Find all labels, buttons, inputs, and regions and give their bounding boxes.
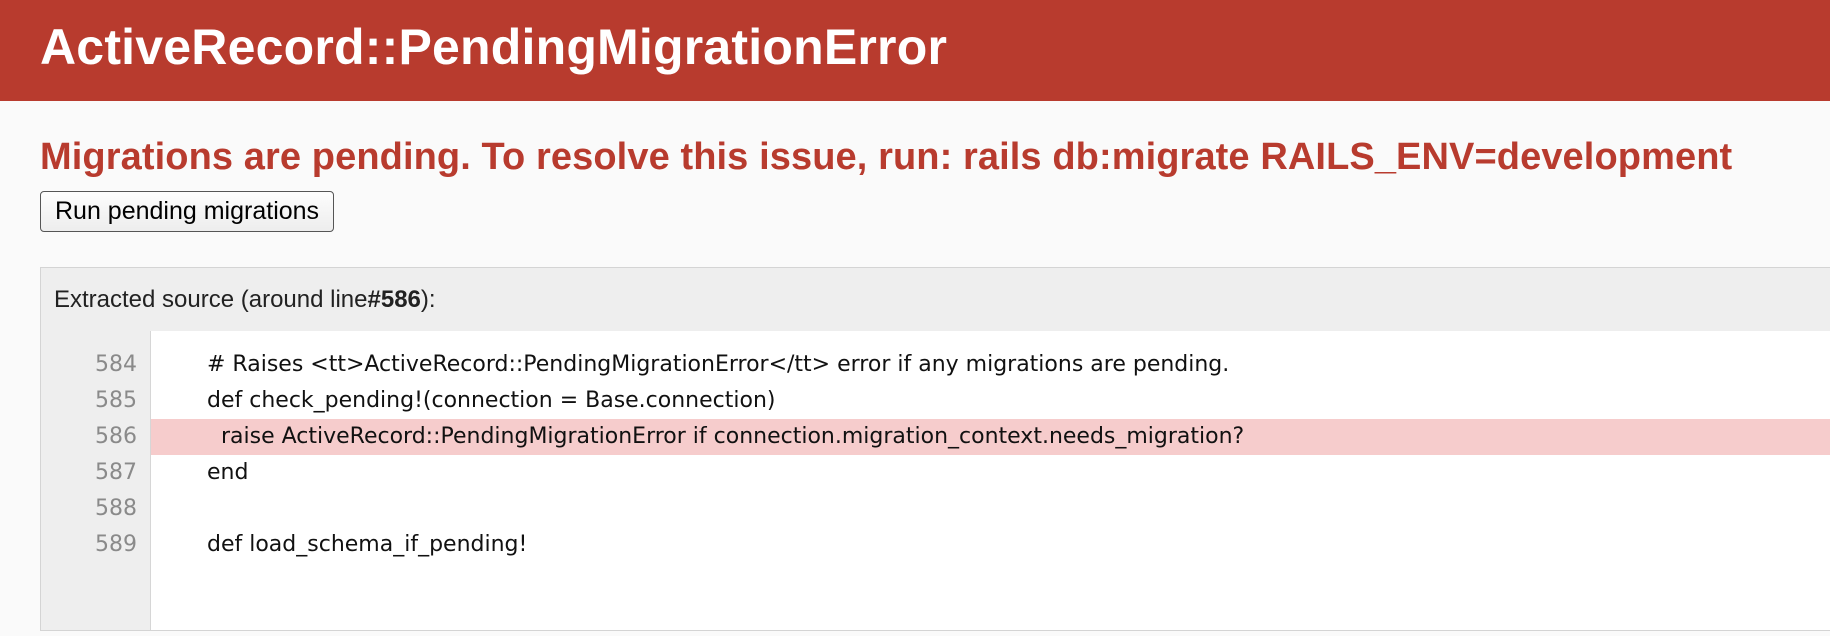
code-line: end xyxy=(207,460,249,485)
line-number: 589 xyxy=(95,532,137,557)
code-line: # Raises <tt>ActiveRecord::PendingMigrat… xyxy=(207,352,1230,377)
error-title: ActiveRecord::PendingMigrationError xyxy=(40,18,948,75)
error-header: ActiveRecord::PendingMigrationError xyxy=(0,0,1830,101)
error-main: Migrations are pending. To resolve this … xyxy=(0,101,1830,232)
extracted-source-suffix: ): xyxy=(420,285,436,313)
extracted-source-prefix: Extracted source (around line xyxy=(54,285,368,313)
line-number: 586 xyxy=(95,424,137,449)
line-number: 584 xyxy=(95,352,137,377)
line-number: 587 xyxy=(95,460,137,485)
code-line: def load_schema_if_pending! xyxy=(207,532,528,557)
code-line-highlighted: raise ActiveRecord::PendingMigrationErro… xyxy=(151,419,1830,455)
line-number: 585 xyxy=(95,388,137,413)
extracted-source-header: Extracted source (around line #586): xyxy=(41,268,1830,331)
code-lines: # Raises <tt>ActiveRecord::PendingMigrat… xyxy=(151,331,1830,630)
line-number: 588 xyxy=(95,496,137,521)
code-line: def check_pending!(connection = Base.con… xyxy=(207,388,776,413)
line-numbers-gutter: 584 585 586 587 588 589 xyxy=(41,331,151,630)
run-pending-migrations-button[interactable]: Run pending migrations xyxy=(40,190,335,232)
error-message: Migrations are pending. To resolve this … xyxy=(40,136,1733,178)
extracted-source-panel: Extracted source (around line #586): 584… xyxy=(40,267,1830,631)
source-code-block: 584 585 586 587 588 589 # Raises <tt>Act… xyxy=(41,331,1830,630)
extracted-source-line: #586 xyxy=(367,285,421,313)
